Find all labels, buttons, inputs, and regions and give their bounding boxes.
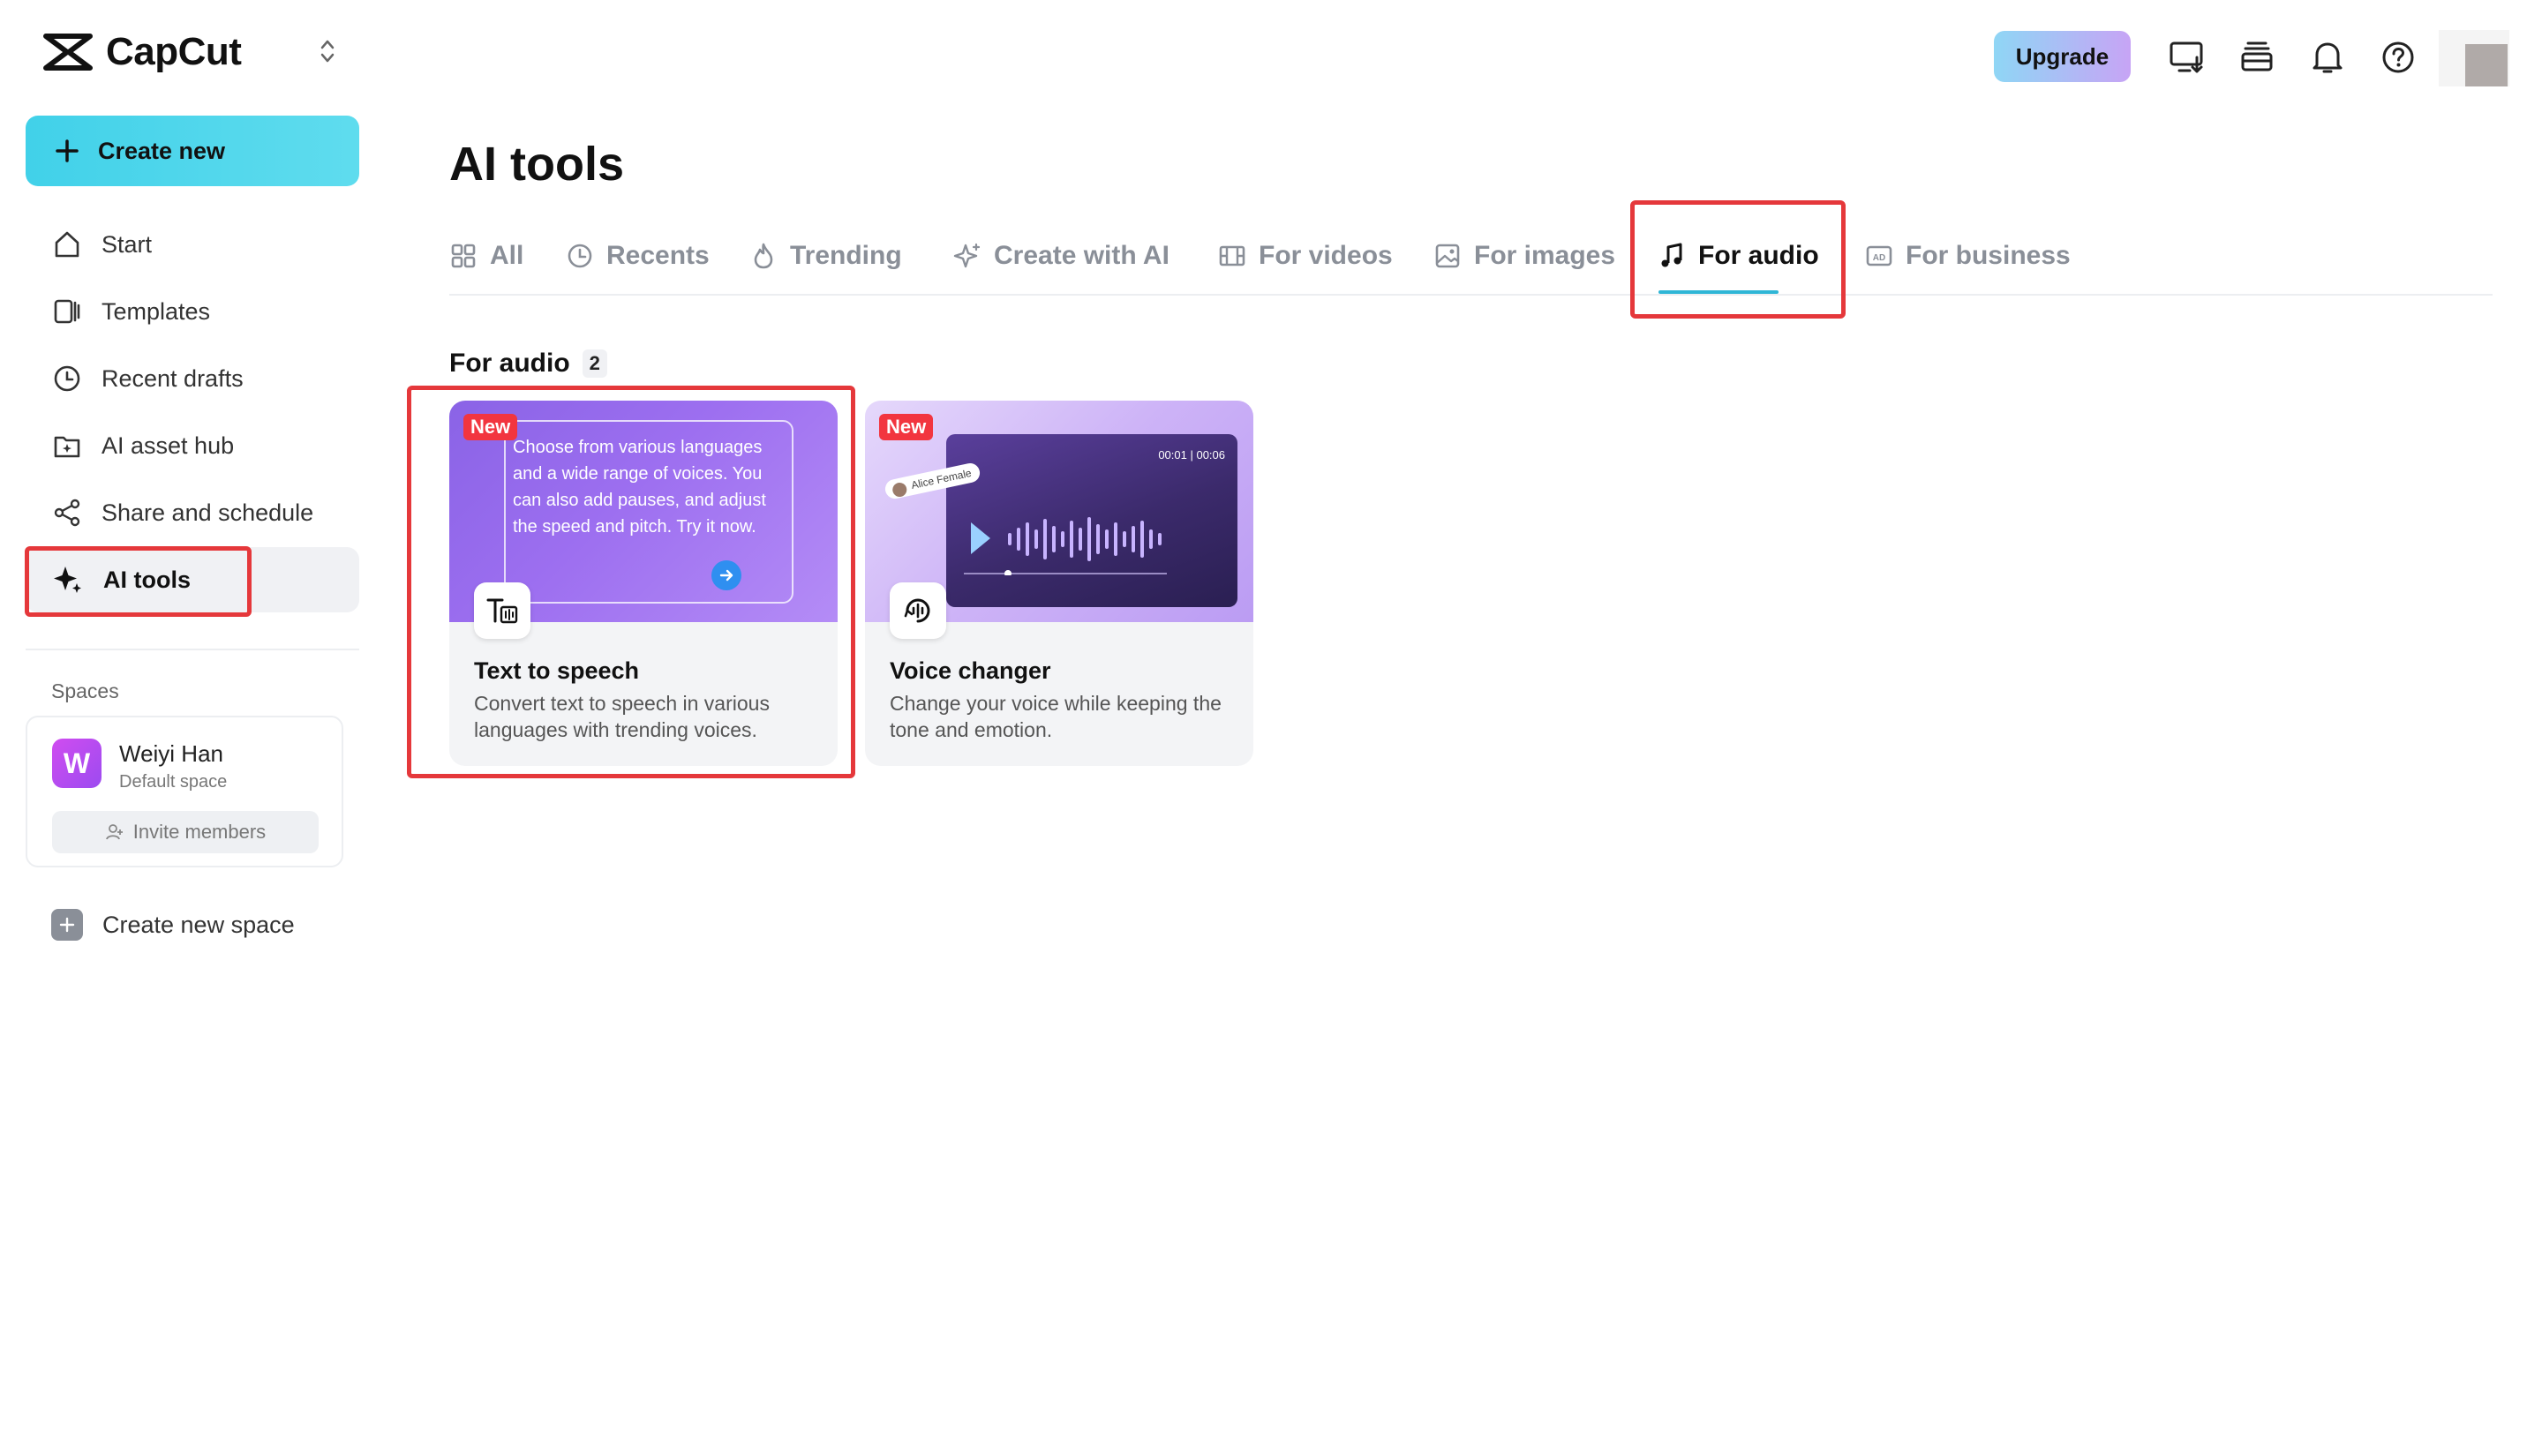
page-title: AI tools: [449, 138, 624, 191]
tab-bar: All Recents Trending Create with AI For …: [449, 225, 2493, 296]
tab-trending[interactable]: Trending: [749, 225, 902, 287]
tab-label: Create with AI: [994, 241, 1169, 270]
card-title: Text to speech: [474, 657, 640, 684]
profile-avatar[interactable]: [2439, 30, 2509, 86]
create-new-button[interactable]: Create new: [26, 116, 359, 186]
tab-label: For videos: [1259, 241, 1393, 270]
space-subtitle: Default space: [119, 772, 228, 792]
tab-label: For business: [1906, 241, 2071, 270]
templates-icon: [54, 299, 80, 324]
clock-icon: [54, 365, 80, 392]
home-icon: [55, 231, 79, 258]
app-name: CapCut: [106, 30, 242, 73]
tool-card-voice-changer[interactable]: 00:01 | 00:06 Alice Female New Voice cha…: [865, 401, 1253, 766]
tab-label: Recents: [606, 241, 710, 270]
create-new-label: Create new: [98, 137, 226, 164]
sidebar-item-label: AI tools: [103, 566, 191, 593]
sidebar-nav: Start Templates Recent drafts AI asset h…: [26, 212, 359, 618]
capcut-logo-icon: [43, 34, 93, 71]
create-new-space-label: Create new space: [102, 911, 295, 938]
space-name: Weiyi Han: [119, 740, 224, 767]
bell-icon[interactable]: [2310, 39, 2345, 76]
waveform-graphic: [964, 517, 1167, 575]
tts-preview-text: Choose from various languages and a wide…: [504, 420, 793, 604]
tab-for-videos[interactable]: For videos: [1218, 225, 1393, 287]
sidebar-divider: [26, 649, 359, 650]
download-desktop-icon[interactable]: [2169, 40, 2206, 75]
text-to-speech-icon: [474, 582, 530, 639]
clock-icon: [568, 244, 592, 268]
layers-icon[interactable]: [2239, 40, 2275, 75]
plus-icon: [51, 909, 83, 941]
sidebar-item-ai-tools[interactable]: AI tools: [26, 547, 359, 612]
arrow-right-icon: [711, 560, 741, 590]
ad-icon: AD: [1866, 245, 1892, 266]
section-header: For audio 2: [449, 349, 607, 379]
film-icon: [1219, 245, 1245, 266]
sidebar-item-label: Templates: [102, 297, 211, 325]
create-new-space-button[interactable]: Create new space: [51, 909, 295, 941]
card-description: Convert text to speech in various langua…: [474, 692, 770, 741]
sidebar-item-label: Share and schedule: [102, 499, 314, 526]
new-badge: New: [463, 414, 518, 440]
voice-preview-video: 00:01 | 00:06: [946, 434, 1237, 607]
tab-recents[interactable]: Recents: [566, 225, 710, 287]
workspace-switcher-icon[interactable]: [320, 35, 335, 67]
tab-for-audio[interactable]: For audio: [1658, 225, 1819, 287]
add-user-icon: [105, 824, 123, 840]
music-note-icon: [1661, 243, 1682, 267]
sidebar-item-templates[interactable]: Templates: [26, 279, 359, 344]
sidebar-item-ai-asset-hub[interactable]: AI asset hub: [26, 413, 359, 478]
sparkle-icon: [54, 567, 81, 593]
sparkle-icon: [953, 243, 981, 268]
card-title: Voice changer: [890, 657, 1051, 684]
sidebar-item-start[interactable]: Start: [26, 212, 359, 277]
sidebar-item-share-and-schedule[interactable]: Share and schedule: [26, 480, 359, 545]
spaces-label: Spaces: [51, 679, 119, 702]
tab-label: For audio: [1698, 241, 1819, 270]
new-badge: New: [879, 414, 934, 440]
avatar-image: [2465, 44, 2508, 86]
svg-text:AD: AD: [1873, 253, 1885, 263]
section-title: For audio: [449, 349, 570, 378]
invite-members-button[interactable]: Invite members: [52, 811, 319, 853]
share-icon: [54, 499, 80, 527]
tool-card-text-to-speech[interactable]: Choose from various languages and a wide…: [449, 401, 838, 766]
plus-icon: [56, 139, 79, 162]
grid-icon: [451, 244, 476, 268]
sidebar-item-label: Start: [102, 230, 153, 258]
tab-for-business[interactable]: AD For business: [1865, 225, 2071, 287]
voice-changer-icon: [890, 582, 946, 639]
tab-for-images[interactable]: For images: [1433, 225, 1615, 287]
capcut-logo[interactable]: CapCut: [42, 30, 242, 74]
sidebar-item-recent-drafts[interactable]: Recent drafts: [26, 346, 359, 411]
asset-hub-icon: [54, 436, 80, 458]
card-description: Change your voice while keeping the tone…: [890, 692, 1222, 741]
space-avatar: W: [52, 739, 102, 788]
section-count-badge: 2: [582, 349, 607, 378]
invite-members-label: Invite members: [132, 821, 267, 843]
tab-label: Trending: [790, 241, 902, 270]
tab-create-with-ai[interactable]: Create with AI: [953, 225, 1169, 287]
upgrade-button[interactable]: Upgrade: [1994, 31, 2131, 82]
tab-label: All: [490, 241, 524, 270]
active-tab-indicator: [1658, 290, 1779, 294]
sidebar-item-label: Recent drafts: [102, 364, 244, 392]
tab-all[interactable]: All: [449, 225, 523, 287]
tab-label: For images: [1474, 241, 1616, 270]
preview-timestamp: 00:01 | 00:06: [1158, 448, 1225, 462]
space-card[interactable]: W Weiyi Han Default space Invite members: [26, 716, 343, 867]
help-icon[interactable]: [2380, 40, 2416, 75]
image-icon: [1435, 244, 1460, 268]
sidebar-item-label: AI asset hub: [102, 432, 235, 459]
flame-icon: [754, 243, 773, 269]
